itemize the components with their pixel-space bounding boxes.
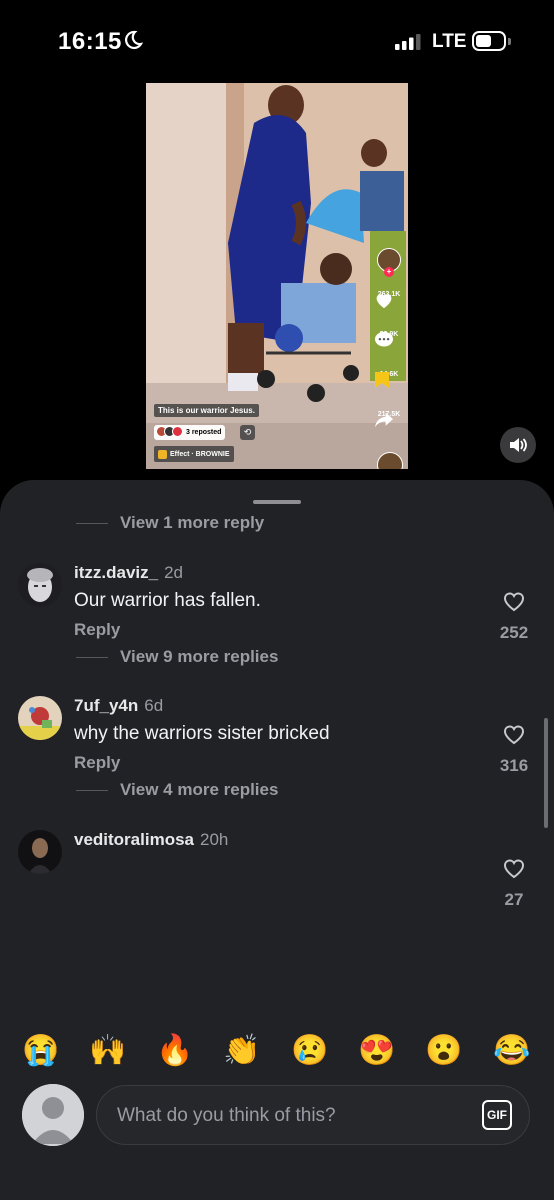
username-text[interactable]: veditoralimosa (74, 830, 194, 849)
bookmark-icon (375, 372, 389, 388)
comment-username[interactable]: 7uf_y4n 6d (74, 696, 163, 716)
thread-line (76, 789, 108, 791)
heart-outline-icon[interactable] (502, 590, 526, 612)
effect-icon (158, 449, 167, 459)
emoji-surprised[interactable]: 😮 (424, 1033, 464, 1068)
view-more-replies[interactable]: View 4 more replies (76, 780, 278, 800)
reply-button[interactable]: Reply (74, 620, 120, 640)
scrollbar[interactable] (544, 718, 548, 828)
thread-line (76, 522, 108, 524)
speaker-icon (510, 438, 527, 452)
comment-username[interactable]: itzz.daviz_ 2d (74, 563, 183, 583)
view-more-label: View 9 more replies (120, 647, 279, 666)
username-text[interactable]: 7uf_y4n (74, 696, 138, 715)
emoji-clapping[interactable]: 👏 (222, 1033, 262, 1068)
emoji-laughing[interactable]: 😂 (492, 1033, 532, 1068)
avatar-image (18, 696, 62, 740)
view-more-replies[interactable]: View 9 more replies (76, 647, 278, 667)
emoji-raising-hands[interactable]: 🙌 (88, 1033, 128, 1068)
effect-label: Effect · BROWNIE (170, 450, 230, 458)
comment-like[interactable]: 316 (494, 723, 534, 776)
repost-label: 3 reposted (186, 429, 222, 436)
default-avatar-icon (22, 1084, 84, 1146)
comment-icon (375, 331, 393, 347)
comment-username[interactable]: veditoralimosa 20h (74, 830, 228, 850)
comment-like-count: 316 (499, 756, 529, 775)
view-more-replies-top[interactable]: View 1 more reply (76, 513, 264, 533)
heart-outline-icon[interactable] (502, 723, 526, 745)
moon-icon (125, 30, 143, 50)
comment-like-count: 252 (499, 623, 529, 642)
emoji-quick-bar: 😭 🙌 🔥 👏 😢 😍 😮 😂 (0, 1033, 554, 1073)
reply-button[interactable]: Reply (74, 753, 120, 773)
avatar[interactable] (18, 830, 62, 874)
share-action[interactable]: 217.5K (374, 411, 404, 428)
creator-avatar[interactable]: + (374, 248, 404, 277)
view-more-label: View 4 more replies (120, 780, 279, 799)
status-bar: 16:15 LTE (0, 0, 554, 84)
comment-time: 20h (200, 830, 229, 849)
network-label: LTE (432, 31, 467, 52)
like-action[interactable]: 263.1K (374, 291, 404, 309)
comments-sheet: View 1 more reply itzz.daviz_ 2d Our warr… (0, 480, 554, 1200)
emoji-heart-eyes[interactable]: 😍 (357, 1033, 397, 1068)
battery-icon (472, 31, 506, 51)
comment-composer[interactable]: GIF (96, 1085, 530, 1145)
battery-tip (508, 38, 511, 45)
thread-line (76, 656, 108, 658)
repost-pill[interactable]: 3 reposted (154, 425, 226, 440)
comment-text: why the warriors sister bricked (74, 723, 330, 744)
comment-text: Our warrior has fallen. (74, 590, 261, 611)
comment-time: 2d (164, 563, 184, 582)
follow-plus-icon[interactable]: + (384, 267, 394, 277)
comment-like-count: 27 (504, 890, 524, 909)
avatar-image (18, 830, 62, 874)
signal-icon (395, 34, 421, 50)
avatar-image (18, 563, 62, 607)
share-icon (375, 412, 393, 428)
effect-tag[interactable]: Effect · BROWNIE (154, 446, 234, 462)
my-avatar[interactable] (22, 1084, 84, 1146)
emoji-crying[interactable]: 😢 (290, 1033, 330, 1068)
avatar[interactable] (18, 696, 62, 740)
comment-action[interactable]: 23.9K (374, 331, 404, 347)
avatar[interactable] (18, 563, 62, 607)
sound-toggle-button[interactable] (500, 427, 536, 463)
repost-icon[interactable]: ⟲ (240, 425, 255, 440)
comment-like[interactable]: 27 (494, 857, 534, 910)
video-caption: This is our warrior Jesus. (154, 404, 259, 417)
repost-avatars (156, 426, 183, 439)
comment-like[interactable]: 252 (494, 590, 534, 643)
view-more-label: View 1 more reply (120, 513, 265, 532)
heart-icon (376, 294, 392, 309)
comment-time: 6d (144, 696, 164, 715)
emoji-loudly-crying[interactable]: 😭 (21, 1033, 61, 1068)
heart-outline-icon[interactable] (502, 857, 526, 879)
gif-button[interactable]: GIF (482, 1100, 512, 1130)
username-text[interactable]: itzz.daviz_ (74, 563, 158, 582)
comment-input[interactable] (115, 1100, 459, 1132)
status-time: 16:15 (58, 28, 122, 55)
sheet-drag-handle[interactable] (253, 500, 301, 504)
video-player[interactable]: This is our warrior Jesus. 3 reposted ⟲ … (146, 83, 408, 469)
save-action[interactable]: 14.6K (374, 371, 404, 388)
emoji-fire[interactable]: 🔥 (155, 1033, 195, 1068)
